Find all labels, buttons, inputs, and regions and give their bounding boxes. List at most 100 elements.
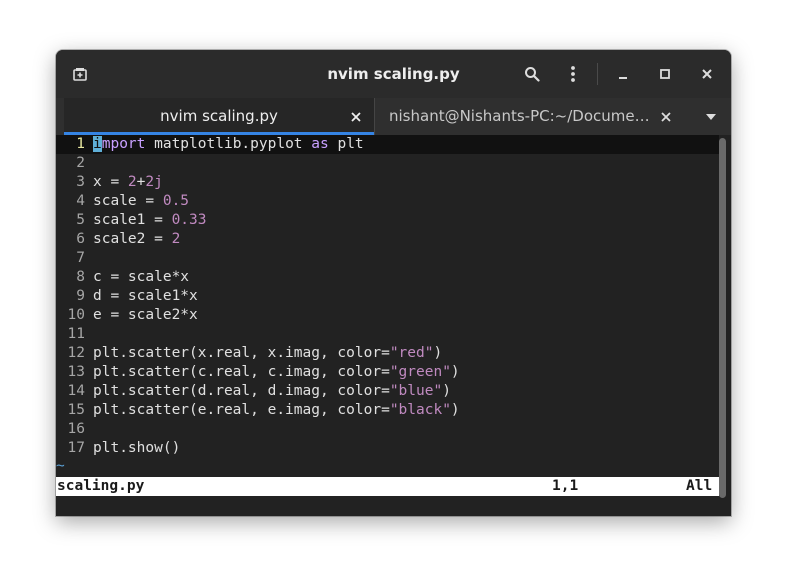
code-text: e = scale2*x <box>93 307 198 323</box>
line-number: 11 <box>67 326 85 342</box>
code-token: "blue" <box>389 383 443 399</box>
code-token: 0.5 <box>162 193 190 209</box>
tab-label: nvim scaling.py <box>160 107 278 125</box>
code-token: plt.scatter(d.real, d.imag, color= <box>93 383 390 399</box>
tab-label: nishant@Nishants-PC:~/Documents <box>389 107 651 125</box>
tab-list-dropdown-icon[interactable] <box>706 114 716 120</box>
code-token: 2j <box>145 174 163 190</box>
header-separator <box>597 63 598 85</box>
line-number: 8 <box>76 269 85 285</box>
code-text: scale1 = 0.33 <box>93 212 207 228</box>
code-text: x = 2+2j <box>93 174 163 190</box>
code-line: 11 <box>56 325 93 344</box>
code-token: d = scale1*x <box>93 288 198 304</box>
line-number: 13 <box>67 364 85 380</box>
vim-statusline: scaling.py 1,1 All <box>56 477 719 496</box>
code-text: plt.show() <box>93 440 180 456</box>
code-line: 15 plt.scatter(e.real, e.imag, color="bla… <box>56 401 460 420</box>
code-token: plt.scatter(x.real, x.imag, color= <box>93 345 390 361</box>
line-number: 7 <box>76 250 85 266</box>
line-number: 12 <box>67 345 85 361</box>
code-text: plt.scatter(c.real, c.imag, color="green… <box>93 364 460 380</box>
code-token: scale = <box>93 193 163 209</box>
code-token: mport <box>101 136 146 152</box>
scrollbar[interactable] <box>719 138 726 498</box>
code-token: ) <box>450 402 460 418</box>
line-number: 6 <box>76 231 85 247</box>
code-token: e = scale2*x <box>93 307 198 323</box>
tab-shell[interactable]: nishant@Nishants-PC:~/Documents <box>374 98 696 135</box>
line-number: 2 <box>76 155 85 171</box>
code-token: matplotlib.pyplot <box>145 136 312 152</box>
code-token: ) <box>450 364 460 380</box>
terminal-window: nvim scaling.py nvim scaling.py nishant@… <box>56 50 731 516</box>
code-line: 3 x = 2+2j <box>56 173 163 192</box>
code-line: 2 <box>56 154 93 173</box>
status-cursor-position: 1,1 <box>552 478 579 494</box>
line-number: 17 <box>67 440 85 456</box>
tab-close-icon[interactable] <box>659 110 673 124</box>
status-scroll-indicator: All <box>686 478 713 494</box>
code-token: 2 <box>127 174 137 190</box>
code-token: scale1 = <box>93 212 172 228</box>
close-icon[interactable] <box>695 62 719 86</box>
code-line: 5 scale1 = 0.33 <box>56 211 207 230</box>
code-token: scale2 = <box>93 231 172 247</box>
code-line: 12 plt.scatter(x.real, x.imag, color="red… <box>56 344 443 363</box>
header-bar: nvim scaling.py <box>56 50 731 98</box>
code-token: x = <box>93 174 128 190</box>
code-line: 8 c = scale*x <box>56 268 189 287</box>
minimize-icon[interactable] <box>611 62 635 86</box>
code-line: 16 <box>56 420 93 439</box>
code-line: 6 scale2 = 2 <box>56 230 180 249</box>
code-token: plt.scatter(e.real, e.imag, color= <box>93 402 390 418</box>
line-number: 10 <box>67 307 85 323</box>
code-token: plt <box>328 136 364 152</box>
code-line: 13 plt.scatter(c.real, c.imag, color="gre… <box>56 363 460 382</box>
line-number: 4 <box>76 193 85 209</box>
code-token: ) <box>442 383 451 399</box>
text-cursor: i <box>93 136 102 152</box>
code-text: d = scale1*x <box>93 288 198 304</box>
code-text: import matplotlib.pyplot as plt <box>93 136 364 152</box>
code-text: scale2 = 2 <box>93 231 180 247</box>
code-line: 7 <box>56 249 93 268</box>
code-token: as <box>311 136 329 152</box>
line-number: 1 <box>76 136 85 152</box>
code-line: 9 d = scale1*x <box>56 287 198 306</box>
search-icon[interactable] <box>520 62 544 86</box>
code-token: plt.scatter(c.real, c.imag, color= <box>93 364 390 380</box>
code-line: 1 import matplotlib.pyplot as plt <box>56 135 364 154</box>
line-number: 5 <box>76 212 85 228</box>
empty-line-tilde: ~ <box>56 458 65 474</box>
code-token: "black" <box>389 402 451 418</box>
code-text: scale = 0.5 <box>93 193 189 209</box>
code-line: 4 scale = 0.5 <box>56 192 189 211</box>
line-number: 9 <box>76 288 85 304</box>
line-number: 15 <box>67 402 85 418</box>
code-line: 14 plt.scatter(d.real, d.imag, color="blu… <box>56 382 451 401</box>
code-text: c = scale*x <box>93 269 189 285</box>
new-tab-icon[interactable] <box>68 62 92 86</box>
terminal-content[interactable]: 1 import matplotlib.pyplot as plt 2 3 x = 2+… <box>56 135 731 516</box>
code-token: 0.33 <box>171 212 207 228</box>
code-token: "red" <box>389 345 434 361</box>
line-number: 14 <box>67 383 85 399</box>
code-token: ) <box>433 345 443 361</box>
code-token: "green" <box>389 364 451 380</box>
status-filename: scaling.py <box>57 478 145 494</box>
tab-close-icon[interactable] <box>349 110 363 124</box>
code-token: 2 <box>171 231 181 247</box>
kebab-menu-icon[interactable] <box>561 62 585 86</box>
tab-nvim[interactable]: nvim scaling.py <box>64 98 374 135</box>
maximize-icon[interactable] <box>653 62 677 86</box>
code-text: plt.scatter(d.real, d.imag, color="blue"… <box>93 383 451 399</box>
line-number: 3 <box>76 174 85 190</box>
code-text: plt.scatter(x.real, x.imag, color="red") <box>93 345 442 361</box>
code-token: c = scale*x <box>93 269 190 285</box>
code-line: 17 plt.show() <box>56 439 181 458</box>
line-number: 16 <box>67 421 85 437</box>
code-line: 10 e = scale2*x <box>56 306 198 325</box>
code-text: plt.scatter(e.real, e.imag, color="black… <box>93 402 460 418</box>
code-token: plt.show() <box>93 440 181 456</box>
